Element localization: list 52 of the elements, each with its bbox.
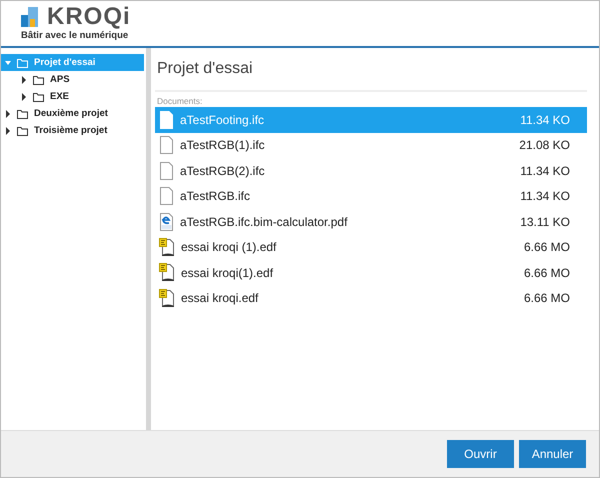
collapsed-caret-icon: [21, 76, 27, 84]
splitter[interactable]: [146, 48, 151, 430]
folder-icon: [17, 58, 28, 68]
file-row[interactable]: aTestRGB.ifc 11.34 KO: [155, 184, 587, 209]
file-size: 11.34 KO: [520, 112, 570, 127]
tree-item[interactable]: EXE: [1, 88, 146, 105]
folder-icon: [17, 126, 28, 136]
file-name: essai kroqi.edf: [181, 291, 260, 306]
file-name: essai kroqi (1).edf: [181, 240, 278, 254]
document-icon: [159, 238, 175, 257]
file-size: 21.08 KO: [519, 138, 570, 152]
document-icon: [159, 162, 174, 180]
file-name: aTestFooting.ifc: [180, 112, 266, 127]
file-row[interactable]: aTestRGB(2).ifc 11.34 KO: [155, 158, 587, 184]
file-row[interactable]: essai kroqi.edf 6.66 MO: [155, 286, 587, 311]
file-row[interactable]: essai kroqi (1).edf 6.66 MO: [155, 234, 587, 260]
file-row[interactable]: aTestRGB(1).ifc 21.08 KO: [155, 132, 587, 158]
tree-item[interactable]: Deuxième projet: [1, 105, 146, 122]
document-icon: [159, 110, 174, 129]
file-name: aTestRGB.ifc: [180, 189, 252, 204]
tagline: Bâtir avec le numérique: [21, 30, 128, 42]
file-size: 11.34 KO: [520, 164, 570, 178]
section-label: Documents:: [156, 95, 204, 107]
file-name: aTestRGB(1).ifc: [180, 138, 266, 152]
tree-item[interactable]: APS: [1, 71, 146, 88]
file-name: aTestRGB.ifc.bim-calculator.pdf: [180, 214, 348, 229]
document-icon: [159, 136, 174, 154]
file-row[interactable]: essai kroqi(1).edf 6.66 MO: [155, 260, 587, 286]
folder-title: Projet d'essai: [156, 59, 254, 79]
dialog-button[interactable]: Annuler: [519, 440, 586, 468]
file-size: 6.66 MO: [524, 266, 570, 280]
file-name: aTestRGB(2).ifc: [180, 164, 266, 178]
file-name: essai kroqi(1).edf: [181, 266, 274, 280]
file-size: 13.11 KO: [520, 214, 570, 229]
file-size: 6.66 MO: [524, 240, 570, 254]
folder-icon: [17, 108, 28, 118]
file-row[interactable]: aTestRGB.ifc.bim-calculator.pdf 13.11 KO: [155, 209, 587, 234]
tree-item[interactable]: Troisième projet: [1, 122, 146, 139]
document-icon: [159, 263, 175, 282]
document-icon: [159, 187, 174, 206]
document-icon: [159, 288, 175, 308]
dialog-button[interactable]: Ouvrir: [447, 440, 514, 468]
expanded-caret-icon: [5, 58, 11, 66]
collapsed-caret-icon: [5, 110, 11, 118]
collapsed-caret-icon: [21, 92, 27, 100]
collapsed-caret-icon: [5, 126, 11, 134]
folder-icon: [33, 92, 44, 102]
folder-icon: [33, 74, 44, 84]
pdf-document-icon: [159, 212, 174, 231]
file-size: 11.34 KO: [520, 189, 570, 204]
logo-text: KROQi: [47, 4, 131, 30]
file-size: 6.66 MO: [524, 291, 570, 306]
